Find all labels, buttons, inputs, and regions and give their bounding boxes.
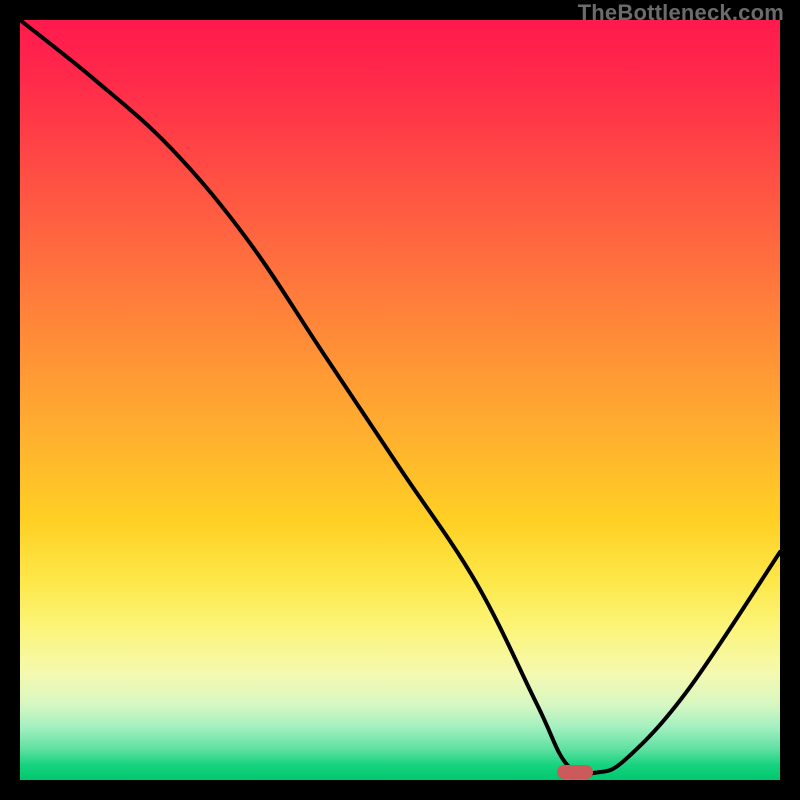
chart-frame: TheBottleneck.com	[0, 0, 800, 800]
optimal-marker	[557, 765, 593, 779]
watermark-text: TheBottleneck.com	[578, 0, 784, 26]
curve-layer	[20, 20, 780, 780]
bottleneck-curve	[20, 20, 780, 774]
